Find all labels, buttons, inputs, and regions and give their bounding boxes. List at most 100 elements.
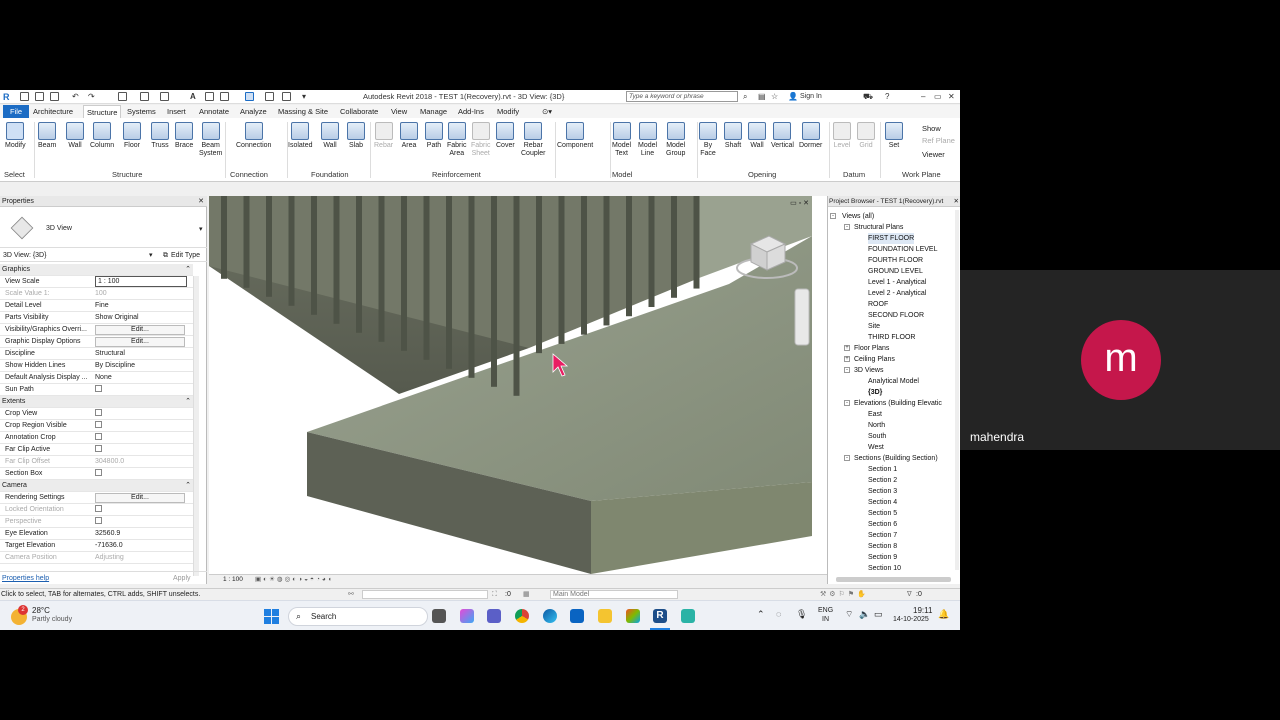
property-checkbox[interactable] — [95, 384, 187, 396]
checkbox[interactable] — [95, 385, 102, 393]
property-edit-button[interactable]: Edit... — [95, 324, 187, 335]
browser-node[interactable]: {3D} — [868, 387, 882, 398]
browser-node[interactable]: Ceiling Plans — [854, 354, 895, 365]
panel-work plane-label[interactable]: Work Plane — [902, 170, 941, 179]
property-edit-button[interactable]: Edit... — [95, 492, 187, 503]
property-row[interactable]: Parts Visibility Show Original — [0, 312, 193, 324]
browser-node[interactable]: Section 2 — [868, 475, 897, 486]
browser-hscrollbar[interactable] — [836, 577, 951, 582]
property-row[interactable]: Scale Value 1: 100 — [0, 288, 193, 300]
property-row[interactable]: Discipline Structural — [0, 348, 193, 360]
close-icon[interactable]: ✕ — [948, 92, 955, 101]
ribbon-beam-button[interactable]: Beam — [38, 122, 56, 150]
property-checkbox[interactable] — [95, 408, 187, 420]
collapse-node-icon[interactable]: - — [844, 224, 850, 230]
collapse-group-icon[interactable]: ⌃ — [185, 264, 191, 276]
tab-modify[interactable]: Modify — [494, 105, 522, 118]
ribbon-truss-button[interactable]: Truss — [151, 122, 169, 150]
undo-icon[interactable]: ↶ — [72, 92, 79, 101]
ribbon-floor-button[interactable]: Floor — [123, 122, 141, 150]
ribbon-column-button[interactable]: Column — [90, 122, 114, 150]
panel-datum-label[interactable]: Datum — [843, 170, 865, 179]
property-value[interactable]: 304800.0 — [95, 456, 187, 468]
workplane-ref-plane-button[interactable]: Ref Plane — [922, 136, 955, 145]
customize-dropdown-icon[interactable]: ▾ — [302, 92, 306, 101]
tab-massing-site[interactable]: Massing & Site — [275, 105, 331, 118]
browser-node[interactable]: Level 2 - Analytical — [868, 288, 926, 299]
property-row[interactable]: Far Clip Active — [0, 444, 193, 456]
mic-icon[interactable]: 🎙 — [796, 609, 807, 620]
viewport-scrollbar[interactable] — [817, 226, 823, 574]
minimize-icon[interactable]: – — [921, 92, 925, 101]
ribbon-beam-system-button[interactable]: Beam System — [199, 122, 222, 158]
browser-node[interactable]: East — [868, 409, 882, 420]
outlook-icon[interactable] — [570, 609, 584, 623]
view-control-icons[interactable]: ▣◐☀◍◎◐◑◒◓◔◕◖ — [255, 575, 334, 585]
property-row[interactable]: Show Hidden Lines By Discipline — [0, 360, 193, 372]
browser-node[interactable]: SECOND FLOOR — [868, 310, 924, 321]
type-selector[interactable]: 3D View ▾ — [0, 208, 207, 248]
revit-app-icon[interactable]: R — [3, 92, 10, 102]
browser-node[interactable]: Section 3 — [868, 486, 897, 497]
property-group-camera[interactable]: Camera ⌃ — [0, 480, 193, 492]
property-checkbox[interactable] — [95, 444, 187, 456]
browser-vscrollbar[interactable] — [955, 210, 959, 570]
property-row[interactable]: Target Elevation -71636.0 — [0, 540, 193, 552]
measure-icon[interactable] — [140, 92, 149, 101]
tab-annotate[interactable]: Annotate — [196, 105, 232, 118]
copilot-icon[interactable] — [460, 609, 474, 623]
ribbon-wall-button[interactable]: Wall — [321, 122, 339, 150]
section-icon[interactable] — [220, 92, 229, 101]
property-row[interactable]: Default Analysis Display ... None — [0, 372, 193, 384]
taskbar-search[interactable]: ⌕ Search — [288, 607, 428, 626]
property-row[interactable]: Crop Region Visible — [0, 420, 193, 432]
browser-node[interactable]: ROOF — [868, 299, 888, 310]
ribbon-brace-button[interactable]: Brace — [175, 122, 193, 150]
edge-icon[interactable] — [543, 609, 557, 623]
ribbon-wall-button[interactable]: Wall — [66, 122, 84, 150]
close-properties-icon[interactable]: ✕ — [198, 196, 204, 207]
clock-date[interactable]: 14-10-2025 — [893, 616, 929, 623]
browser-node[interactable]: Views (all) — [842, 211, 874, 222]
browser-node[interactable]: FOURTH FLOOR — [868, 255, 923, 266]
restore-icon[interactable]: ▭ — [934, 92, 942, 101]
user-icon[interactable]: 👤 — [788, 92, 798, 101]
revit-taskbar-icon[interactable]: R — [653, 609, 667, 623]
ribbon-set-button[interactable]: Set — [885, 122, 903, 150]
panel-structure-label[interactable]: Structure — [112, 170, 142, 179]
property-row[interactable]: Section Box — [0, 468, 193, 480]
browser-node[interactable]: FIRST FLOOR — [868, 233, 915, 244]
browser-node[interactable]: 3D Views — [854, 365, 883, 376]
expand-node-icon[interactable]: + — [844, 345, 850, 351]
lang-line2[interactable]: IN — [822, 616, 829, 623]
ribbon-wall-button[interactable]: Wall — [748, 122, 766, 150]
browser-node[interactable]: Level 1 - Analytical — [868, 277, 926, 288]
property-checkbox[interactable] — [95, 504, 187, 516]
tab-systems[interactable]: Systems — [124, 105, 159, 118]
switch-windows-icon[interactable] — [245, 92, 254, 101]
print-icon[interactable] — [118, 92, 127, 101]
app-icon[interactable] — [681, 609, 695, 623]
checkbox[interactable] — [95, 505, 102, 513]
panel-select-label[interactable]: Select — [4, 170, 25, 179]
ribbon-model-text-button[interactable]: Model Text — [612, 122, 631, 158]
property-row[interactable]: Annotation Crop — [0, 432, 193, 444]
collapse-node-icon[interactable]: - — [844, 455, 850, 461]
property-checkbox[interactable] — [95, 468, 187, 480]
sign-in-link[interactable]: Sign In — [800, 93, 822, 100]
property-value[interactable]: None — [95, 372, 187, 384]
browser-node[interactable]: Section 7 — [868, 530, 897, 541]
property-row[interactable]: Visibility/Graphics Overri... Edit... — [0, 324, 193, 336]
browser-node[interactable]: Elevations (Building Elevatic — [854, 398, 942, 409]
volume-icon[interactable]: 🔈 — [859, 609, 870, 620]
search-icon[interactable]: ⌕ — [743, 92, 747, 102]
property-checkbox[interactable] — [95, 516, 187, 528]
checkbox[interactable] — [95, 517, 102, 525]
chrome-icon[interactable] — [515, 609, 529, 623]
ribbon-slab-button[interactable]: Slab — [347, 122, 365, 150]
battery-icon[interactable]: ▭ — [874, 609, 883, 620]
browser-node[interactable]: Section 4 — [868, 497, 897, 508]
property-value[interactable]: 100 — [95, 288, 187, 300]
workplane-show-button[interactable]: Show — [922, 124, 941, 133]
panel-model-label[interactable]: Model — [612, 170, 632, 179]
